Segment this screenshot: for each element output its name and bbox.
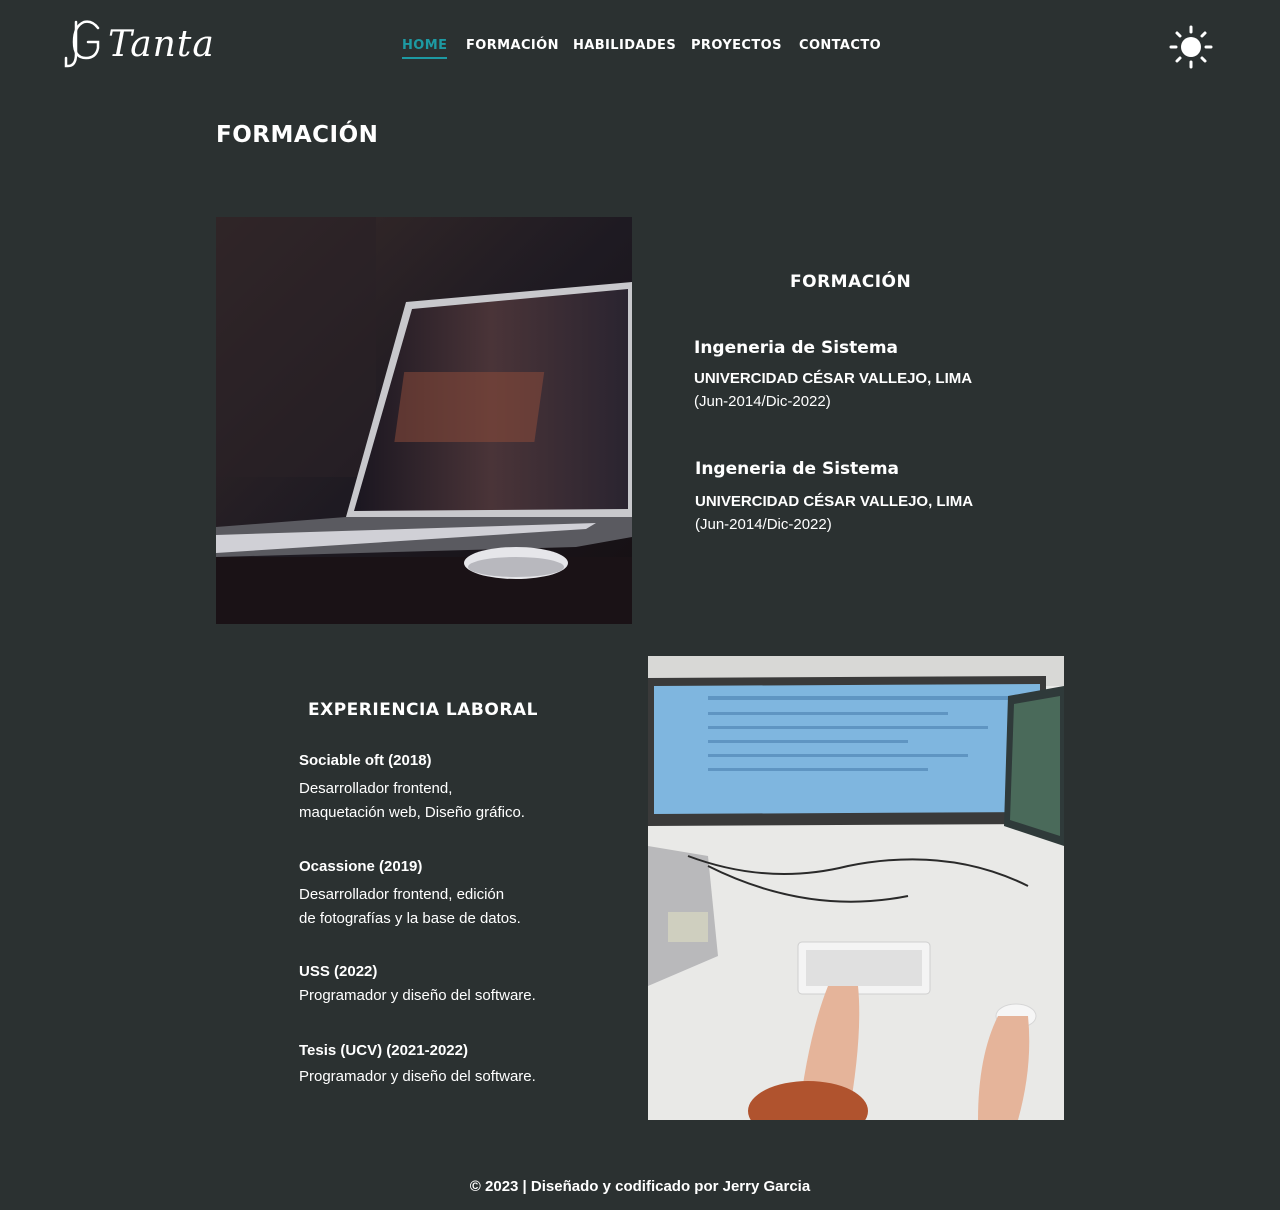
nav-home[interactable]: HOME — [402, 38, 448, 59]
education-school: UNIVERCIDAD CÉSAR VALLEJO, LIMA — [695, 493, 974, 510]
education-item: Ingeneria de Sistema UNIVERCIDAD CÉSAR V… — [695, 459, 1015, 533]
education-degree: Ingeneria de Sistema — [695, 459, 900, 479]
experience-item: Sociable oft (2018) Desarrollador fronte… — [299, 752, 599, 825]
experience-item: Ocassione (2019) Desarrollador frontend,… — [299, 858, 599, 931]
education-school: UNIVERCIDAD CÉSAR VALLEJO, LIMA — [694, 370, 973, 387]
experience-description: Programador y diseño del software. — [299, 987, 536, 1004]
nav-habilidades[interactable]: HABILIDADES — [573, 38, 676, 53]
footer-credit: © 2023 | Diseñado y codificado por Jerry… — [469, 1178, 811, 1195]
nav-contacto[interactable]: CONTACTO — [799, 38, 881, 53]
experience-description: Programador y diseño del software. — [299, 1068, 536, 1085]
main-nav: HOME FORMACIÓN HABILIDADES PROYECTOS CON… — [0, 38, 1280, 62]
education-dates: (Jun-2014/Dic-2022) — [695, 516, 832, 533]
theme-toggle-button[interactable] — [1168, 24, 1214, 70]
nav-proyectos[interactable]: PROYECTOS — [691, 38, 782, 53]
sun-icon — [1169, 25, 1213, 69]
site-header: Tanta HOME FORMACIÓN HABILIDADES PROYECT… — [0, 0, 1280, 92]
nav-formacion[interactable]: FORMACIÓN — [466, 38, 559, 53]
experience-heading: EXPERIENCIA LABORAL — [308, 700, 538, 720]
laptop-photo — [216, 217, 632, 624]
experience-description: Desarrollador frontend, edición de fotog… — [299, 886, 521, 927]
education-dates: (Jun-2014/Dic-2022) — [694, 393, 831, 410]
experience-company: Tesis (UCV) (2021-2022) — [299, 1042, 468, 1059]
education-item: Ingeneria de Sistema UNIVERCIDAD CÉSAR V… — [694, 338, 1014, 410]
education-degree: Ingeneria de Sistema — [694, 338, 899, 358]
experience-item: Tesis (UCV) (2021-2022) Programador y di… — [299, 1042, 599, 1089]
experience-company: USS (2022) — [299, 963, 378, 980]
desk-workstation-photo — [648, 656, 1064, 1120]
experience-company: Sociable oft (2018) — [299, 752, 432, 769]
education-heading: FORMACIÓN — [790, 272, 912, 292]
experience-description: Desarrollador frontend, maquetación web,… — [299, 780, 525, 821]
experience-company: Ocassione (2019) — [299, 858, 423, 875]
experience-item: USS (2022) Programador y diseño del soft… — [299, 963, 599, 1008]
page-title: FORMACIÓN — [216, 122, 379, 148]
